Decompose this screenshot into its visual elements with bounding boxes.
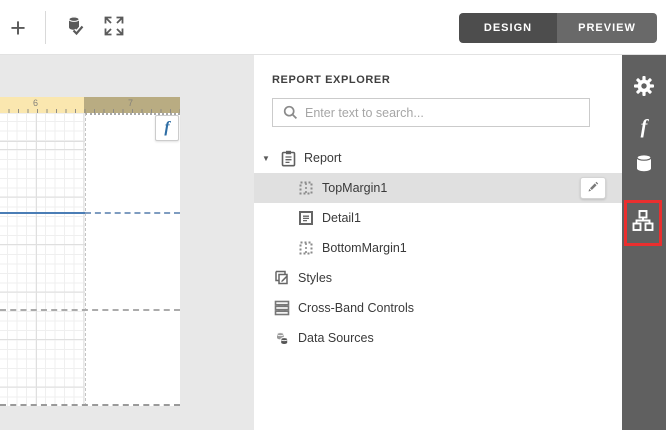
ruler-number: 6: [33, 98, 38, 108]
search-box[interactable]: [272, 98, 590, 127]
tab-design[interactable]: DESIGN: [459, 13, 557, 43]
collapse-expander-icon[interactable]: ▼: [262, 154, 274, 163]
design-preview-switch: DESIGN PREVIEW: [459, 13, 657, 43]
plus-icon: +: [10, 14, 26, 42]
search-icon: [283, 105, 298, 120]
detail-band-icon: [298, 211, 314, 225]
field-list-button[interactable]: [622, 146, 666, 184]
report-explorer-tree: ▼ Report TopMargin1: [254, 143, 622, 353]
margin-band-icon: [298, 181, 314, 195]
panel-title: REPORT EXPLORER: [272, 74, 390, 86]
properties-button[interactable]: [622, 69, 666, 107]
tree-item-label: Detail1: [322, 211, 361, 225]
report-explorer-button-highlight[interactable]: [624, 200, 662, 246]
styles-icon: [274, 270, 290, 286]
function-icon: f: [641, 116, 648, 139]
tree-item-bottommargin[interactable]: BottomMargin1: [254, 233, 622, 263]
tree-item-label: Data Sources: [298, 331, 374, 345]
add-control-button[interactable]: +: [4, 14, 32, 42]
right-sidebar-toolbar: f: [622, 55, 666, 430]
data-sources-icon: [274, 330, 290, 346]
search-input[interactable]: [305, 106, 589, 120]
tree-item-cross-band-controls[interactable]: Cross-Band Controls: [254, 293, 622, 323]
tab-preview[interactable]: PREVIEW: [557, 13, 657, 43]
tree-item-report[interactable]: ▼ Report: [254, 143, 622, 173]
database-check-icon: [61, 13, 87, 44]
fullscreen-button[interactable]: [100, 14, 128, 42]
tree-item-styles[interactable]: Styles: [254, 263, 622, 293]
report-explorer-panel: REPORT EXPLORER ▼ Report: [254, 55, 622, 430]
tree-item-topmargin[interactable]: TopMargin1: [254, 173, 622, 203]
fx-icon: f: [164, 119, 169, 137]
validate-data-source-button[interactable]: [60, 14, 88, 42]
report-design-surface[interactable]: f: [0, 113, 180, 406]
expression-smart-tag-button[interactable]: f: [155, 115, 179, 141]
top-toolbar: + DESIGN PREVIEW: [0, 0, 666, 55]
toolbar-separator: [45, 11, 46, 44]
band-boundary-line[interactable]: [0, 212, 85, 214]
tree-item-label: TopMargin1: [322, 181, 387, 195]
page-bottom-dashed-edge: [0, 404, 180, 406]
expressions-button[interactable]: f: [622, 108, 666, 146]
tree-item-detail[interactable]: Detail1: [254, 203, 622, 233]
tree-item-label: Styles: [298, 271, 332, 285]
band-separator-dashed: [0, 309, 180, 311]
tree-item-data-sources[interactable]: Data Sources: [254, 323, 622, 353]
design-grid: [0, 113, 85, 406]
pencil-icon: [587, 181, 599, 196]
cross-band-icon: [274, 300, 290, 316]
margin-band-icon: [298, 241, 314, 255]
ruler-number: 7: [128, 98, 133, 108]
page-margin-area: [85, 113, 180, 406]
band-boundary-line-dashed: [85, 212, 180, 214]
report-explorer-icon: [631, 209, 655, 238]
report-icon: [280, 150, 296, 167]
horizontal-ruler: 6 7: [0, 97, 180, 113]
tree-item-label: Cross-Band Controls: [298, 301, 414, 315]
expand-arrows-icon: [102, 14, 126, 43]
database-icon: [633, 152, 655, 179]
edit-band-button[interactable]: [580, 177, 606, 199]
gear-icon: [632, 74, 656, 103]
tree-item-label: BottomMargin1: [322, 241, 407, 255]
tree-item-label: Report: [304, 151, 342, 165]
